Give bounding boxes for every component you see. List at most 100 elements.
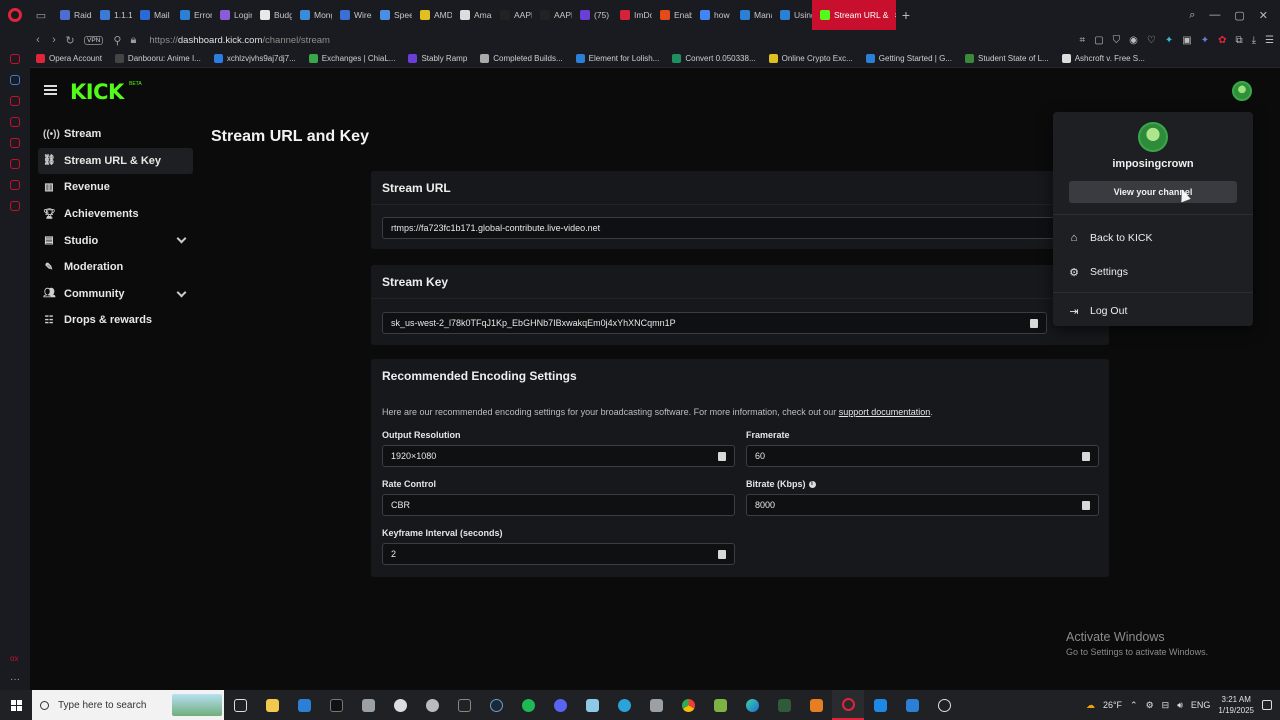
sidebar-item-revenue[interactable]: ▥ Revenue [38, 174, 193, 201]
more-icon[interactable]: ··· [10, 674, 20, 685]
copy-icon[interactable] [1082, 501, 1090, 510]
spotify-icon[interactable] [512, 690, 544, 720]
copy-icon[interactable] [718, 550, 726, 559]
user-avatar[interactable] [1232, 81, 1252, 101]
sidebar-item-drops-rewards[interactable]: ☷ Drops & rewards [38, 307, 193, 334]
browser-tab[interactable]: Wiresh [332, 0, 372, 30]
browser-tab[interactable]: Speedt [372, 0, 412, 30]
bookmark-item[interactable]: Completed Builds... [480, 54, 563, 63]
info-icon[interactable]: i [808, 481, 816, 489]
history-icon[interactable] [10, 180, 20, 190]
browser-tab[interactable]: (75) Int [572, 0, 612, 30]
favorites-icon[interactable] [10, 138, 20, 148]
search-tabs-icon[interactable]: ⌕ [1189, 9, 1195, 22]
stream-url-field[interactable]: rtmps://fa723fc1b171.global-contribute.l… [382, 217, 1098, 239]
bookmark-item[interactable]: Element for Lolish... [575, 54, 659, 63]
reload-icon[interactable]: ↻ [62, 34, 78, 47]
discord-icon[interactable] [544, 690, 576, 720]
browser-tab[interactable]: Budget [252, 0, 292, 30]
app-3-icon[interactable] [448, 690, 480, 720]
hamburger-menu-icon[interactable] [44, 85, 57, 95]
telegram-icon[interactable] [608, 690, 640, 720]
bookmark-item[interactable]: Convert 0.050338... [672, 54, 756, 63]
stream-key-field[interactable]: sk_us-west-2_l78k0TFqJ1Kp_EbGHNb7IBxwakq… [382, 312, 1047, 334]
chrome-icon[interactable] [672, 690, 704, 720]
notifications-icon[interactable] [1262, 700, 1272, 710]
maximize-button[interactable]: ▢ [1234, 9, 1244, 22]
start-button[interactable] [0, 690, 32, 720]
extension-3-icon[interactable]: ✿ [1218, 35, 1226, 46]
chatgpt-icon[interactable] [928, 690, 960, 720]
store-icon[interactable] [288, 690, 320, 720]
edge-icon[interactable] [736, 690, 768, 720]
task-view-icon[interactable] [224, 690, 256, 720]
reader-icon[interactable]: ▢ [1094, 35, 1103, 46]
image-icon[interactable]: ▣ [1182, 35, 1191, 46]
browser-tab[interactable]: Manag [732, 0, 772, 30]
weather-icon[interactable]: ☁ [1086, 700, 1095, 711]
settings-item[interactable]: ⚙ Settings [1067, 262, 1128, 282]
opera-taskbar-icon[interactable] [832, 690, 864, 720]
copy-icon[interactable] [718, 452, 726, 461]
forward-icon[interactable]: › [46, 34, 62, 46]
kick-logo[interactable]: KICK [70, 80, 124, 104]
browser-tab[interactable]: AAPL 2 [532, 0, 572, 30]
support-documentation-link[interactable]: support documentation [839, 407, 931, 417]
app-6-icon[interactable] [768, 690, 800, 720]
app-2-icon[interactable] [416, 690, 448, 720]
app-icon[interactable] [352, 690, 384, 720]
language-indicator[interactable]: ENG [1191, 700, 1211, 710]
browser-tab[interactable]: Enable [652, 0, 692, 30]
opera-gx-icon[interactable]: ox [10, 654, 20, 664]
sidebar-item-stream-url-key[interactable]: ⛓ Stream URL & Key [38, 147, 193, 175]
new-tab-button[interactable]: + [896, 7, 916, 23]
browser-tab[interactable]: 1.1.1.1 - [92, 0, 132, 30]
player-icon[interactable] [10, 159, 20, 169]
bookmark-item[interactable]: Getting Started | G... [865, 54, 952, 63]
sidebar-item-moderation[interactable]: ✎ Moderation [38, 254, 193, 281]
vpn-badge[interactable]: VPN [84, 35, 104, 45]
rate-control-field[interactable]: CBR [382, 494, 735, 516]
bookmark-item[interactable]: Opera Account [36, 54, 102, 63]
bookmark-item[interactable]: Student State of L... [965, 54, 1049, 63]
extensions-icon[interactable]: ⧉ [1235, 35, 1242, 46]
bookmark-item[interactable]: xchlzvjvhs9aj7dj7... [213, 54, 296, 63]
bitrate-field[interactable]: 8000 [746, 494, 1099, 516]
browser-tab[interactable]: Amazo [452, 0, 492, 30]
download-icon[interactable]: ⤓ [1252, 35, 1256, 46]
terminal-icon[interactable] [320, 690, 352, 720]
extension-icon[interactable]: ✦ [1165, 35, 1173, 46]
app-8-icon[interactable] [896, 690, 928, 720]
tray-app-icon[interactable]: ⚙ [1146, 700, 1154, 711]
extension-2-icon[interactable]: ✦ [1201, 35, 1209, 46]
sidebar-item-studio[interactable]: ▤ Studio [38, 227, 193, 254]
browser-tab[interactable]: AMD R [412, 0, 452, 30]
browser-tab[interactable]: how to [692, 0, 732, 30]
steam-icon[interactable] [480, 690, 512, 720]
tab-active[interactable]: Stream URL & × [812, 0, 896, 30]
browser-tab[interactable]: ImDon [612, 0, 652, 30]
settings-icon[interactable] [384, 690, 416, 720]
keyframe-field[interactable]: 2 [382, 543, 735, 565]
back-to-kick-item[interactable]: ⌂ Back to KICK [1067, 228, 1153, 248]
camera-icon[interactable]: ◉ [1129, 35, 1138, 46]
apps-icon[interactable] [10, 117, 20, 127]
messenger-icon[interactable] [10, 75, 20, 85]
network-icon[interactable]: ⊟ [1162, 700, 1170, 711]
bookmark-item[interactable]: Stably Ramp [408, 54, 467, 63]
app-5-icon[interactable] [704, 690, 736, 720]
browser-tab[interactable]: Raids b [52, 0, 92, 30]
heart-icon[interactable]: ♡ [1147, 35, 1156, 46]
sidebar-item-achievements[interactable]: 🏆︎ Achievements [38, 201, 193, 228]
close-window-button[interactable]: ✕ [1259, 9, 1268, 22]
minimize-button[interactable]: — [1209, 9, 1220, 21]
notepad-icon[interactable] [576, 690, 608, 720]
sidebar-item-stream[interactable]: ((•)) Stream [38, 121, 193, 148]
lock-icon[interactable]: 🔒︎ [125, 34, 141, 47]
back-icon[interactable]: ‹ [30, 34, 46, 46]
bookmark-item[interactable]: Online Crypto Exc... [768, 54, 853, 63]
bookmark-item[interactable]: Danbooru: Anime I... [114, 54, 201, 63]
output-resolution-field[interactable]: 1920×1080 [382, 445, 735, 467]
snapshot-icon[interactable]: ⌗ [1080, 35, 1086, 46]
browser-tab[interactable]: Mongo [292, 0, 332, 30]
